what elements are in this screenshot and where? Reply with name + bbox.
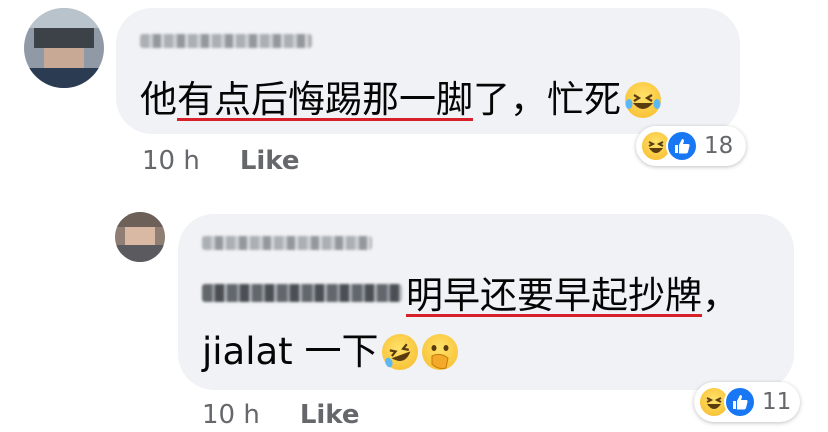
reaction-count: 18 xyxy=(704,133,734,159)
author-name-blurred[interactable] xyxy=(202,236,372,250)
reaction-count: 11 xyxy=(762,389,792,415)
rofl-emoji xyxy=(377,328,424,376)
tears-of-joy-emoji xyxy=(625,82,661,118)
reaction-summary[interactable]: 11 xyxy=(694,382,800,422)
like-button[interactable]: Like xyxy=(240,146,300,176)
avatar[interactable] xyxy=(24,8,104,88)
reaction-summary[interactable]: 18 xyxy=(636,126,746,166)
comment-text-line2: jialat 一下 xyxy=(202,328,459,376)
comment-text: 他有点后悔踢那一脚了，忙死 xyxy=(140,78,661,122)
author-name-blurred[interactable] xyxy=(140,34,312,48)
comment-meta: 10 h Like xyxy=(142,146,300,176)
timestamp[interactable]: 10 h xyxy=(202,400,260,430)
like-button[interactable]: Like xyxy=(300,400,360,430)
timestamp[interactable]: 10 h xyxy=(142,146,200,176)
comment-text: 明早还要早起抄牌， xyxy=(406,274,739,317)
mentioned-user-blurred[interactable] xyxy=(202,284,402,302)
like-icon xyxy=(666,130,698,162)
hand-over-mouth-emoji xyxy=(422,334,459,370)
comment-bubble: 他有点后悔踢那一脚了，忙死 xyxy=(116,8,740,134)
like-icon xyxy=(724,386,756,418)
avatar[interactable] xyxy=(115,212,165,262)
comment-bubble: 明早还要早起抄牌， jialat 一下 xyxy=(178,214,794,390)
comment-meta: 10 h Like xyxy=(202,400,360,430)
